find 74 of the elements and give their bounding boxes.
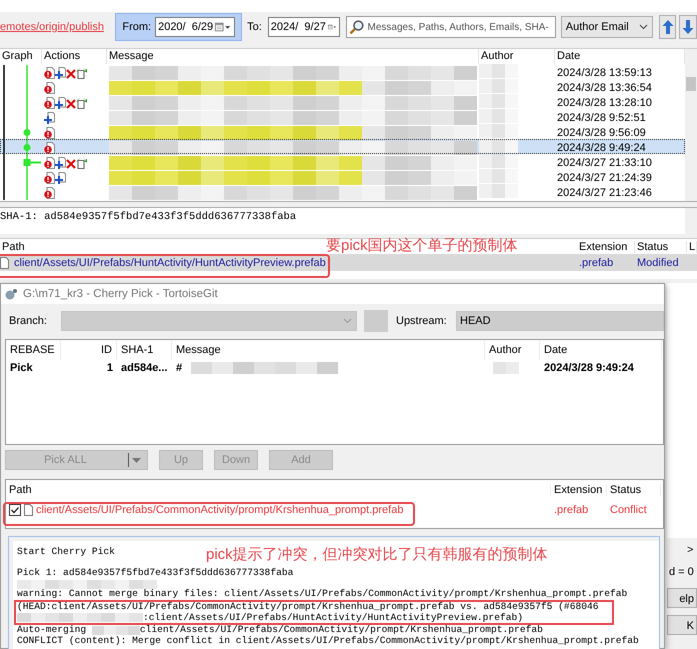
annotation-text: pick提示了冲突，但冲突对比了只有韩服有的预制体 [206,546,548,564]
file-row[interactable]: client/Assets/UI/Prefabs/HuntActivity/HuntActivityPreview.prefab .prefab Modified [0,254,697,271]
table-cell-text: 1 [106,362,114,374]
date-cell-text: 2024/3/27 21:33:10 [556,156,653,168]
column-header[interactable]: Actions [42,49,107,64]
file-extension: .prefab [553,504,590,516]
log-line: Auto-merging [17,625,88,636]
date-cell-text: 2024/3/28 13:36:54 [556,82,653,94]
upstream-field[interactable]: HEAD [456,311,664,331]
pick-row[interactable]: Pick 1 ad584e... # 2024/3/28 9:49:24 [6,360,663,375]
log-line: warning: Cannot merge binary files: client/Assets/UI/Prefabs/CommonActivity/prompt/Krshenhua_prompt.prefab [17,589,628,600]
table-cell-text: ad584e... [120,362,168,374]
commit-row[interactable]: 2024/3/28 9:52:51 [0,109,685,124]
commit-row[interactable]: 2024/3/28 13:28:10 [0,94,685,109]
file-path: client/Assets/UI/Prefabs/HuntActivity/HuntActivityPreview.prefab [13,256,326,268]
table-cell-text: 2024/3/28 9:49:24 [543,362,635,374]
column-header[interactable]: Extension [577,240,635,252]
annotation-text: 要pick国内这个单子的预制体 [326,236,518,255]
date-field[interactable]: 2024/ 9/27 [268,17,340,37]
file-extension: .prefab [578,256,614,268]
commit-row[interactable]: 2024/3/27 21:23:46 [0,184,685,199]
branch-link[interactable]: emotes/origin/publish [0,21,110,33]
column-header[interactable]: L [687,240,697,252]
log-line: (HEAD:client/Assets/UI/Prefabs/CommonActivity/prompt/Krshenhua_prompt.prefab vs. ad584e9357f5 (#68046 [17,602,598,613]
commit-row[interactable]: 2024/3/28 9:49:24 [0,139,685,154]
commit-row[interactable]: 2024/3/28 9:56:09 [0,124,685,139]
table-cell-text: Pick [9,362,34,374]
column-header[interactable]: Author [485,340,540,360]
date-cell-text: 2024/3/27 21:23:46 [556,186,653,198]
date-cell-text: 2024/3/28 13:59:13 [556,66,653,78]
dialog-button[interactable]: elp [667,588,697,608]
field-label: From: [122,21,152,33]
table-cell: # [176,362,182,374]
log-line: client/Assets/UI/Prefabs/CommonActivity/prompt/Krshenhua_prompt.prefab [140,625,543,636]
column-header[interactable]: SHA-1 [117,340,172,360]
date-cell-text: 2024/3/28 9:56:09 [556,126,647,138]
column-header[interactable]: REBASE [6,340,61,360]
column-header[interactable]: Graph [0,49,42,64]
column-header[interactable]: Status [607,484,661,496]
date-cell-text: 2024/3/27 21:24:39 [556,172,653,184]
field-label: Upstream: [396,315,448,327]
column-header[interactable]: Message [107,49,479,64]
log-line: Pick 1: ad584e9357f5fbd7e433f3f5ddd636777338faba [17,568,294,579]
commit-row[interactable]: 2024/3/27 21:33:10 [0,154,685,169]
column-header[interactable]: Status [635,240,687,252]
column-header[interactable]: Path [0,240,25,252]
field-label: To: [247,21,262,33]
log-line: CONFLICT (content): Merge conflict in client/Assets/UI/Prefabs/CommonActivity/prompt/Krshenhua_prompt.prefab [17,636,639,646]
column-header[interactable]: Extension [551,484,607,496]
window-title: G:\m71_kr3 - Cherry Pick - TortoiseGit [23,288,218,300]
search-field[interactable]: Messages, Paths, Authors, Emails, SHA- [346,16,556,38]
sha-text: SHA-1: ad584e9357f5fbd7e433f3f5ddd636777338faba [0,211,296,223]
file-path: client/Assets/UI/Prefabs/CommonActivity/prompt/Krshenhua_prompt.prefab [36,504,404,516]
column-header[interactable]: Date [540,340,662,360]
text-fragment: d = 0 [669,566,694,578]
date-cell-text: 2024/3/28 13:28:10 [556,96,653,108]
date-cell-text: 2024/3/28 9:52:51 [556,112,647,124]
field-label: Branch: [9,315,48,327]
file-row[interactable]: client/Assets/UI/Prefabs/CommonActivity/prompt/Krshenhua_prompt.prefab .prefab Conflict [6,500,663,520]
commit-row[interactable]: 2024/3/28 13:36:54 [0,79,685,94]
column-header[interactable]: ID [61,340,117,360]
commit-row[interactable]: 2024/3/27 21:24:39 [0,169,685,184]
filter-dropdown[interactable]: Author Email [560,16,653,38]
scroll-arrow[interactable]: > [687,544,694,556]
date-cell-text: 2024/3/28 9:49:24 [556,142,647,154]
dialog-button[interactable]: K [667,615,697,635]
column-header[interactable]: Path [6,484,551,496]
log-line: :client/Assets/UI/Prefabs/HuntActivity/HuntActivityPreview.prefab) [143,612,523,624]
log-line: Start Cherry Pick [17,547,115,558]
file-status: Modified [636,256,680,268]
file-status: Conflict [609,504,648,516]
column-header[interactable]: Message [172,340,485,360]
date-field[interactable]: 2020/ 6/29 [155,17,236,37]
commit-row[interactable]: 2024/3/28 13:59:13 [0,64,685,79]
